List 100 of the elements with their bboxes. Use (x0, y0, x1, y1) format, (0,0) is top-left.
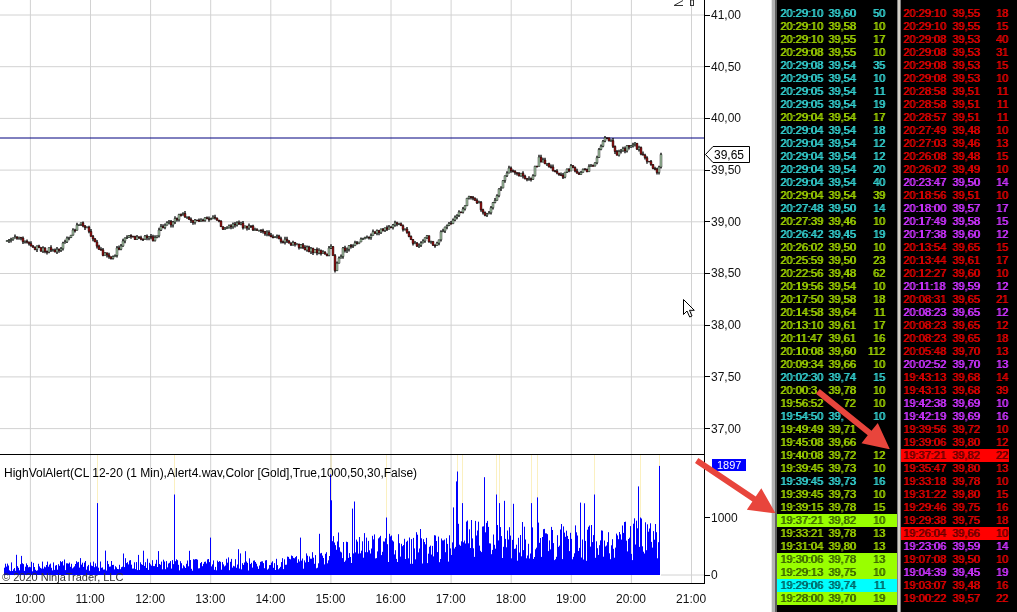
trade-time: 20:13:44 (903, 254, 946, 266)
trade-size: 19 (872, 592, 885, 605)
indicator-axis-label: 0 (711, 568, 718, 582)
price-axis-label: 37,00 (711, 421, 742, 436)
trade-size: 17 (995, 254, 1008, 267)
trade-time: 20:29:10 (903, 20, 946, 32)
trade-price: 39,61 (828, 332, 856, 344)
trade-price: 39,54 (828, 163, 856, 175)
trade-size: 10 (872, 280, 885, 293)
trade-price: 39,48 (828, 267, 856, 279)
trade-price: 39,54 (828, 85, 856, 97)
time-axis-label: 18:00 (495, 592, 526, 608)
trade-time: 20:27:48 (780, 202, 823, 214)
trade-price: 39,71 (828, 423, 856, 435)
trade-price: 39,65 (952, 293, 980, 305)
trade-time: 20:11:18 (903, 280, 945, 292)
trade-size: 15 (872, 371, 885, 384)
trade-price: 39,68 (952, 384, 980, 396)
trade-price: 39,50 (828, 254, 856, 266)
trade-price: 39,66 (828, 358, 856, 370)
trade-size: 11 (873, 579, 885, 592)
trade-size: 19 (995, 566, 1008, 579)
time-axis-label: 20:00 (615, 592, 646, 608)
time-axis-label: 19:00 (555, 592, 586, 608)
trade-size: 11 (996, 111, 1008, 124)
trade-time: 20:26:42 (780, 228, 823, 240)
trade-time: 20:08:23 (903, 306, 946, 318)
price-axis-label: 38,50 (711, 266, 742, 281)
trade-size: 13 (872, 527, 885, 540)
trade-time: 20:02:30 (780, 371, 823, 383)
trade-time: 20:29:08 (903, 33, 946, 45)
trade-price: 39,72 (828, 449, 856, 461)
trade-size: 14 (995, 176, 1008, 189)
trade-size: 39 (872, 189, 885, 202)
trade-time: 20:27:49 (903, 124, 946, 136)
trade-time: 20:29:05 (780, 72, 823, 84)
chart-marker-icon (673, 0, 695, 6)
trade-time: 19:23:06 (903, 540, 946, 552)
trade-size: 15 (995, 20, 1008, 33)
trade-size: 13 (995, 345, 1008, 358)
trade-price: 39,45 (828, 228, 856, 240)
price-axis-label: 41,00 (711, 8, 742, 22)
trade-price: 39,57 (952, 592, 980, 604)
trade-time: 19:39:45 (780, 462, 823, 474)
trade-time: 19:31:04 (780, 540, 823, 552)
trade-time: 19:37:21 (903, 449, 946, 461)
trade-price: 39,46 (828, 215, 856, 227)
trade-time: 20:29:08 (903, 46, 946, 58)
trade-time: 19:29:13 (780, 566, 823, 578)
trade-price: 39,78 (828, 553, 856, 565)
trade-time: 19:43:13 (903, 371, 946, 383)
trade-size: 12 (872, 137, 885, 150)
trade-time: 19:40:08 (780, 449, 823, 461)
trade-price: 39,65 (952, 306, 980, 318)
trade-price: 39,70 (952, 358, 980, 370)
trade-time: 19:39:15 (780, 501, 823, 513)
trade-size: 10 (995, 527, 1008, 540)
trade-price: 39,58 (828, 293, 856, 305)
trade-price: 39,58 (828, 20, 856, 32)
trade-time: 19:00:22 (903, 592, 946, 604)
trade-size: 12 (995, 436, 1008, 449)
trade-size: 10 (872, 397, 885, 410)
mouse-cursor-icon (683, 299, 695, 318)
trade-time: 19:42:38 (903, 397, 946, 409)
trade-price: 39,51 (952, 189, 980, 201)
trade-size: 17 (995, 202, 1008, 215)
trade-time: 20:29:05 (780, 98, 823, 110)
trade-price: 39,60 (828, 345, 856, 357)
trade-size: 10 (872, 384, 885, 397)
trade-price: 39,48 (952, 150, 980, 162)
trade-time: 19:29:38 (903, 514, 946, 526)
trade-size: 16 (872, 332, 885, 345)
time-axis-label: 16:00 (375, 592, 406, 608)
trade-size: 10 (995, 397, 1008, 410)
trade-price: 39,50 (828, 202, 856, 214)
time-axis-label: 13:00 (195, 592, 226, 608)
last-price-tag: 39,65 (705, 146, 750, 163)
trade-time: 19:42:19 (903, 410, 946, 422)
trade-size: 15 (995, 241, 1008, 254)
trade-time: 20:00:3 (780, 384, 817, 396)
trade-price: 39,78 (828, 501, 856, 513)
trade-size: 17 (872, 319, 885, 332)
trade-price: 39,72 (952, 423, 980, 435)
trade-time: 20:25:59 (780, 254, 823, 266)
trade-time: 20:29:08 (780, 59, 823, 71)
trade-price: 39,70 (828, 592, 856, 604)
trade-price: 39,75 (952, 501, 980, 513)
trade-price: 39,48 (952, 124, 980, 136)
trade-time: 20:29:04 (780, 124, 823, 136)
trade-size: 11 (873, 85, 885, 98)
trade-size: 22 (995, 592, 1008, 605)
price-axis-label: 40,50 (711, 59, 742, 74)
trade-time: 20:02:52 (903, 358, 946, 370)
trade-price: 39,54 (828, 137, 856, 149)
trade-price: 39,82 (828, 514, 856, 526)
price-axis-label: 38,00 (711, 318, 742, 333)
trade-size: 12 (872, 150, 885, 163)
trade-price: 39,55 (828, 46, 856, 58)
trade-time: 19:04:39 (903, 566, 946, 578)
trade-price: 39,73 (828, 475, 856, 487)
